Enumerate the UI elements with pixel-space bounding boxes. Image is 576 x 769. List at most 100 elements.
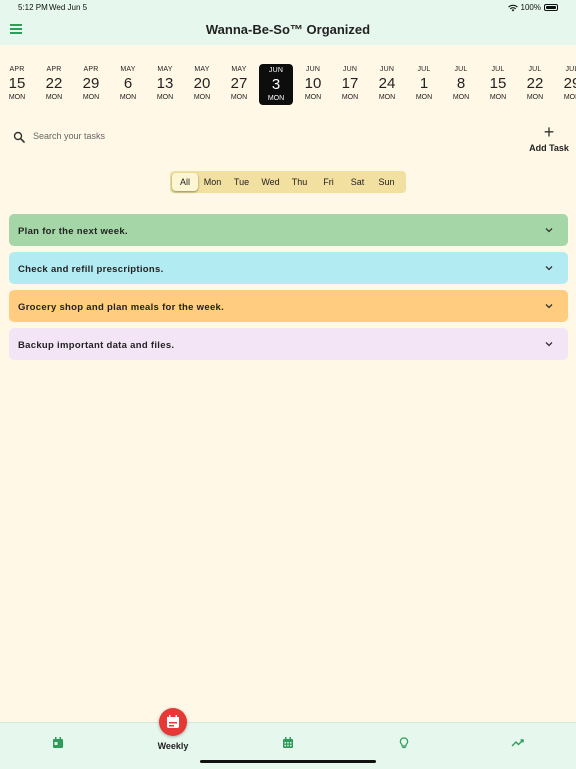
date-day: 1 bbox=[419, 75, 429, 92]
date-day: 15 bbox=[489, 75, 507, 92]
status-date: Wed Jun 5 bbox=[49, 3, 88, 12]
date-weekday: MON bbox=[341, 94, 359, 101]
date-item[interactable]: JUN 24 MON bbox=[370, 60, 404, 104]
date-item[interactable]: JUL 29 MON bbox=[555, 60, 576, 104]
date-month: JUN bbox=[379, 66, 395, 73]
date-item[interactable]: APR 29 MON bbox=[74, 60, 108, 104]
date-month: MAY bbox=[194, 66, 210, 73]
search-icon bbox=[13, 131, 25, 143]
date-month: JUN bbox=[305, 66, 321, 73]
date-item[interactable]: JUL 22 MON bbox=[518, 60, 552, 104]
date-weekday: MON bbox=[563, 94, 576, 101]
day-filter-sun[interactable]: Sun bbox=[372, 173, 401, 191]
date-month: APR bbox=[46, 66, 62, 73]
date-day: 8 bbox=[456, 75, 466, 92]
date-weekday: MON bbox=[304, 94, 322, 101]
battery-icon bbox=[544, 4, 558, 11]
day-filter-mon[interactable]: Mon bbox=[198, 173, 227, 191]
date-weekday: MON bbox=[452, 94, 470, 101]
date-month: JUN bbox=[342, 66, 358, 73]
date-item[interactable]: MAY 6 MON bbox=[111, 60, 145, 104]
date-day: 10 bbox=[304, 75, 322, 92]
day-filter-all[interactable]: All bbox=[172, 173, 198, 191]
weekly-tab-button[interactable] bbox=[159, 708, 187, 736]
status-right: 100% bbox=[507, 3, 558, 12]
day-filter-thu[interactable]: Thu bbox=[285, 173, 314, 191]
weekly-calendar-icon bbox=[167, 715, 179, 728]
date-month: JUN bbox=[268, 67, 284, 74]
date-item[interactable]: MAY 13 MON bbox=[148, 60, 182, 104]
day-filter-tue[interactable]: Tue bbox=[227, 173, 256, 191]
date-weekday: MON bbox=[82, 94, 100, 101]
date-weekday: MON bbox=[8, 94, 26, 101]
date-day: 22 bbox=[526, 75, 544, 92]
date-item[interactable]: APR 15 MON bbox=[0, 60, 34, 104]
chevron-down-icon[interactable] bbox=[544, 339, 554, 349]
date-day: 13 bbox=[156, 75, 174, 92]
date-month: JUL bbox=[565, 66, 576, 73]
task-card[interactable]: Check and refill prescriptions. bbox=[9, 252, 568, 284]
home-indicator bbox=[200, 760, 376, 763]
date-day: 27 bbox=[230, 75, 248, 92]
date-item[interactable]: JUN 10 MON bbox=[296, 60, 330, 104]
date-item[interactable]: MAY 20 MON bbox=[185, 60, 219, 104]
day-filter-fri[interactable]: Fri bbox=[314, 173, 343, 191]
date-item[interactable]: JUN 3 MON bbox=[259, 64, 293, 105]
add-task-label: Add Task bbox=[529, 143, 569, 153]
calendar-today-icon[interactable] bbox=[48, 733, 68, 753]
date-item[interactable]: JUL 15 MON bbox=[481, 60, 515, 104]
date-item[interactable]: APR 22 MON bbox=[37, 60, 71, 104]
plus-icon: + bbox=[543, 122, 555, 142]
date-weekday: MON bbox=[378, 94, 396, 101]
date-weekday: MON bbox=[230, 94, 248, 101]
chevron-down-icon[interactable] bbox=[544, 225, 554, 235]
task-title: Plan for the next week. bbox=[18, 226, 128, 237]
date-item[interactable]: JUN 17 MON bbox=[333, 60, 367, 104]
date-month: MAY bbox=[157, 66, 173, 73]
status-time: 5:12 PM bbox=[18, 3, 48, 12]
date-item[interactable]: JUL 8 MON bbox=[444, 60, 478, 104]
task-card[interactable]: Grocery shop and plan meals for the week… bbox=[9, 290, 568, 322]
app-title: Wanna-Be-So™ Organized bbox=[205, 22, 371, 37]
date-month: JUL bbox=[454, 66, 468, 73]
wifi-icon bbox=[507, 4, 518, 11]
date-month: APR bbox=[9, 66, 25, 73]
date-weekday: MON bbox=[119, 94, 137, 101]
chevron-down-icon[interactable] bbox=[544, 301, 554, 311]
date-strip[interactable]: APR 15 MON APR 22 MON APR 29 MON MAY 6 MON MAY 13 MON M… bbox=[0, 60, 576, 108]
date-month: JUL bbox=[528, 66, 542, 73]
add-task-button[interactable]: + Add Task bbox=[526, 123, 572, 157]
chevron-down-icon[interactable] bbox=[544, 263, 554, 273]
lightbulb-icon[interactable] bbox=[394, 733, 414, 753]
date-weekday: MON bbox=[45, 94, 63, 101]
date-day: 15 bbox=[8, 75, 26, 92]
day-filter-sat[interactable]: Sat bbox=[343, 173, 372, 191]
date-item[interactable]: JUL 1 MON bbox=[407, 60, 441, 104]
date-day: 29 bbox=[82, 75, 100, 92]
date-day: 3 bbox=[271, 76, 281, 93]
date-month: JUL bbox=[417, 66, 431, 73]
date-item[interactable]: MAY 27 MON bbox=[222, 60, 256, 104]
app-header: Wanna-Be-So™ Organized bbox=[0, 14, 576, 45]
date-month: MAY bbox=[120, 66, 136, 73]
day-filter-wed[interactable]: Wed bbox=[256, 173, 285, 191]
date-day: 24 bbox=[378, 75, 396, 92]
date-month: JUL bbox=[491, 66, 505, 73]
date-weekday: MON bbox=[267, 95, 285, 102]
tab-weekly-label: Weekly bbox=[157, 741, 189, 751]
calendar-month-icon[interactable] bbox=[278, 733, 298, 753]
battery-percent: 100% bbox=[520, 3, 541, 12]
date-weekday: MON bbox=[415, 94, 433, 101]
date-day: 20 bbox=[193, 75, 211, 92]
trending-icon[interactable] bbox=[508, 733, 528, 753]
task-card[interactable]: Backup important data and files. bbox=[9, 328, 568, 360]
date-month: APR bbox=[83, 66, 99, 73]
date-weekday: MON bbox=[526, 94, 544, 101]
search-input[interactable] bbox=[33, 127, 333, 145]
date-month: MAY bbox=[231, 66, 247, 73]
date-weekday: MON bbox=[193, 94, 211, 101]
date-day: 29 bbox=[563, 75, 576, 92]
task-card[interactable]: Plan for the next week. bbox=[9, 214, 568, 246]
task-title: Backup important data and files. bbox=[18, 340, 175, 351]
date-weekday: MON bbox=[489, 94, 507, 101]
